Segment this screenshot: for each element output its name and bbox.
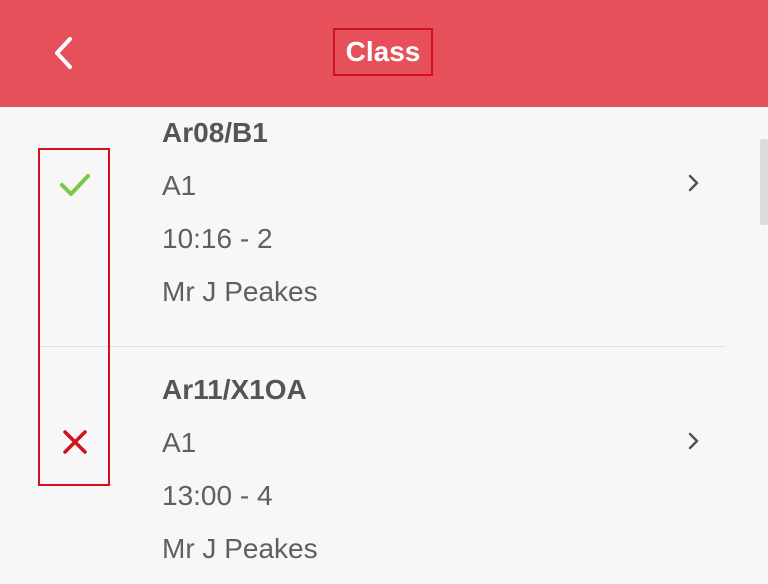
chevron-left-icon — [55, 37, 72, 69]
page-title: Class — [345, 36, 421, 67]
scrollbar[interactable] — [760, 139, 768, 225]
class-list-item[interactable]: Ar08/B1 A1 10:16 - 2 Mr J Peakes — [0, 107, 740, 346]
class-teacher: Mr J Peakes — [162, 276, 318, 307]
class-list: Ar08/B1 A1 10:16 - 2 Mr J Peakes Ar11/X1… — [0, 107, 768, 584]
class-code: Ar08/B1 — [162, 117, 268, 148]
chevron-right-icon — [688, 432, 699, 450]
class-teacher: Mr J Peakes — [162, 533, 318, 564]
app-header: Class — [0, 0, 768, 107]
chevron-right-icon — [688, 174, 699, 192]
class-list-item[interactable]: Ar11/X1OA A1 13:00 - 4 Mr J Peakes — [0, 347, 740, 584]
class-code: Ar11/X1OA — [162, 374, 307, 405]
cross-icon — [55, 422, 95, 462]
class-time: 13:00 - 4 — [162, 480, 273, 511]
page-title-box: Class — [333, 28, 433, 76]
class-time: 10:16 - 2 — [162, 223, 273, 254]
class-room: A1 — [162, 427, 197, 458]
check-icon — [55, 165, 95, 205]
class-room: A1 — [162, 170, 197, 201]
back-button[interactable] — [44, 33, 84, 73]
